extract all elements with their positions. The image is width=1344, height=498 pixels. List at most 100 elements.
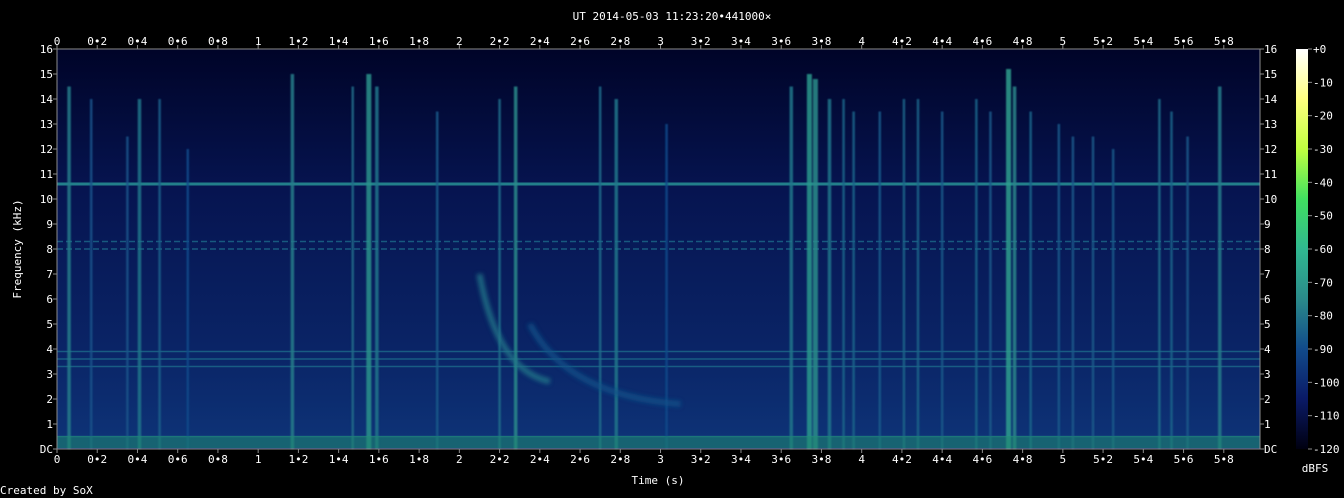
x-tick-label: 0•4 [128, 35, 148, 48]
y-tick-label: 4 [1264, 343, 1271, 356]
y-tick-label: 11 [1264, 168, 1277, 181]
x-tick-label: 1•6 [369, 35, 389, 48]
x-tick-label: 0•6 [168, 453, 188, 466]
colorbar-scale [1296, 49, 1308, 449]
event-streak [290, 74, 295, 449]
x-tick-label: 0•8 [208, 35, 228, 48]
event-streak [89, 99, 93, 449]
x-tick-label: 4•8 [1013, 453, 1033, 466]
x-tick-label: 4•6 [972, 453, 992, 466]
x-tick-label: 0•8 [208, 453, 228, 466]
colorbar-tick-label: -30 [1313, 143, 1333, 156]
x-tick-label: 0 [54, 453, 61, 466]
event-streak [1158, 99, 1161, 449]
x-tick-label: 4•6 [972, 35, 992, 48]
x-tick-label: 3 [657, 453, 664, 466]
event-streak [366, 74, 372, 449]
event-streak [1170, 111, 1173, 449]
x-tick-label: 4 [858, 35, 865, 48]
colorbar-tick-label: -120 [1313, 443, 1340, 456]
y-tick-label: 14 [1264, 93, 1278, 106]
event-streak [789, 86, 794, 449]
x-tick-label: 3•8 [812, 453, 832, 466]
colorbar-tick-label: -70 [1313, 276, 1333, 289]
x-tick-label: 5 [1060, 453, 1067, 466]
plot-area [56, 48, 1261, 450]
colorbar-tick-label: -50 [1313, 210, 1333, 223]
y-tick-label: 5 [46, 318, 53, 331]
event-streak [1111, 149, 1115, 449]
x-tick-label: 4•2 [892, 35, 912, 48]
event-streak [1091, 136, 1095, 449]
event-streak [1029, 111, 1032, 449]
y-tick-label: 5 [1264, 318, 1271, 331]
event-streak [126, 136, 129, 449]
event-streak [940, 111, 944, 449]
y-tick-label: DC [1264, 443, 1277, 456]
event-streak [375, 86, 379, 449]
x-tick-label: 2•6 [570, 453, 590, 466]
x-tick-label: 5 [1060, 35, 1067, 48]
event-streak [989, 111, 992, 449]
x-tick-label: 3•2 [691, 35, 711, 48]
y-tick-label: 1 [46, 418, 53, 431]
y-tick-label: 9 [46, 218, 53, 231]
event-streak [975, 99, 978, 449]
event-streak [598, 86, 602, 449]
colorbar-tick-label: -10 [1313, 76, 1333, 89]
event-streak [1012, 86, 1017, 449]
dc-band [57, 436, 1260, 448]
event-streak [842, 99, 845, 449]
x-tick-label: 0•2 [87, 35, 107, 48]
sox-credit: Created by SoX [0, 484, 93, 497]
x-tick-label: 4•4 [932, 453, 952, 466]
x-tick-label: 3 [657, 35, 664, 48]
y-tick-label: 16 [1264, 43, 1277, 56]
y-tick-label: 2 [1264, 393, 1271, 406]
x-tick-label: 4 [858, 453, 865, 466]
x-tick-label: 1•8 [409, 35, 429, 48]
x-tick-label: 3•2 [691, 453, 711, 466]
y-tick-label: 4 [46, 343, 53, 356]
colorbar-tick-label: -100 [1313, 376, 1340, 389]
x-tick-label: 0•6 [168, 35, 188, 48]
x-tick-label: 2•4 [530, 35, 550, 48]
x-tick-label: 5•4 [1133, 453, 1153, 466]
event-streak [513, 86, 518, 449]
spectrogram-chart: UT 2014-05-03 11:23:20•441000× 0 0•2 0•4 0•… [0, 10, 1340, 497]
x-tick-label: 1•6 [369, 453, 389, 466]
y-tick-label: 7 [1264, 268, 1271, 281]
y-tick-label: 1 [1264, 418, 1271, 431]
x-tick-label: 4•8 [1013, 35, 1033, 48]
colorbar-tick-label: -60 [1313, 243, 1333, 256]
x-tick-label: 2•4 [530, 453, 550, 466]
y-tick-label: 11 [40, 168, 53, 181]
y-tick-label: 13 [1264, 118, 1277, 131]
y-tick-label: 3 [1264, 368, 1271, 381]
colorbar-tick-label: -90 [1313, 343, 1333, 356]
y-tick-label: 10 [40, 193, 53, 206]
event-streak [1218, 86, 1222, 449]
x-tick-label: 5•2 [1093, 453, 1113, 466]
x-tick-label: 0•2 [87, 453, 107, 466]
x-tick-label: 3•6 [771, 35, 791, 48]
x-tick-label: 1 [255, 453, 262, 466]
x-tick-label: 5•8 [1214, 453, 1234, 466]
x-tick-label: 5•2 [1093, 35, 1113, 48]
colorbar-tick-label: -40 [1313, 176, 1333, 189]
y-tick-label: 15 [40, 68, 53, 81]
y-tick-label: 13 [40, 118, 53, 131]
x-tick-label: 1•2 [288, 453, 308, 466]
y-axis-left: DC12345678910111213141516 [40, 43, 57, 456]
event-streak [852, 111, 855, 449]
y-tick-label: 12 [40, 143, 53, 156]
x-tick-label: 0 [54, 35, 61, 48]
x-tick-label: 1 [255, 35, 262, 48]
event-streak [1071, 136, 1075, 449]
x-tick-label: 4•2 [892, 453, 912, 466]
y-axis-right: DC12345678910111213141516 [1260, 43, 1278, 456]
colorbar: +0 -10 -20 -30 -40 -50 -60 -70 -80 -90 -100 -110 -12… [1296, 43, 1340, 475]
x-tick-label: 2•8 [610, 453, 630, 466]
x-tick-label: 3•4 [731, 453, 751, 466]
y-tick-label: 2 [46, 393, 53, 406]
